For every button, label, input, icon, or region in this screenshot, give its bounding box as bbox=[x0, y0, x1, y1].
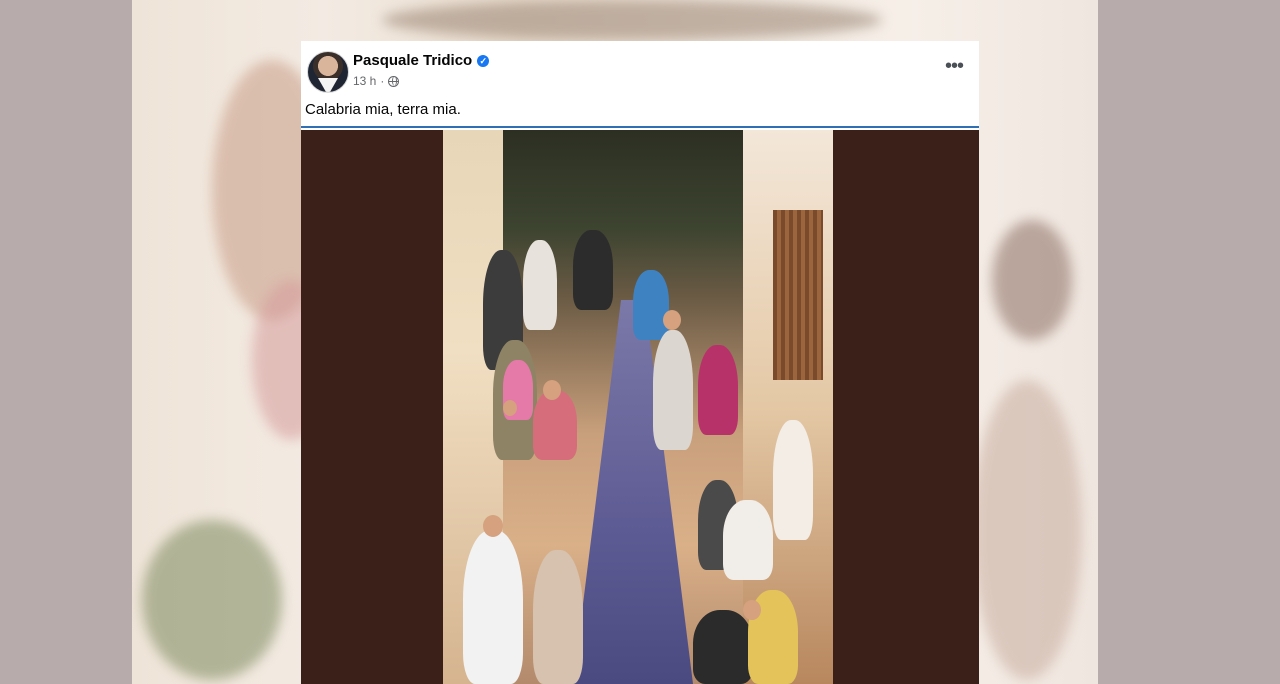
more-options-button[interactable]: ••• bbox=[939, 56, 969, 79]
group-dinner-photo[interactable] bbox=[443, 130, 833, 684]
post-media[interactable] bbox=[301, 130, 979, 684]
post-timestamp[interactable]: 13 h bbox=[353, 74, 376, 88]
author-avatar[interactable] bbox=[307, 51, 349, 93]
post-header: Pasquale Tridico ✓ 13 h · ••• Calabria m… bbox=[301, 41, 979, 128]
post-text: Calabria mia, terra mia. bbox=[305, 101, 461, 118]
author-row: Pasquale Tridico ✓ bbox=[353, 52, 490, 69]
verified-badge-icon: ✓ bbox=[477, 54, 490, 67]
backdrop-left-band bbox=[0, 0, 132, 684]
meta-separator: · bbox=[380, 74, 385, 88]
author-name[interactable]: Pasquale Tridico bbox=[353, 52, 472, 69]
backdrop-right-band bbox=[1098, 0, 1280, 684]
post-meta: 13 h · bbox=[353, 74, 400, 88]
globe-icon bbox=[388, 75, 400, 87]
facebook-post-card: Pasquale Tridico ✓ 13 h · ••• Calabria m… bbox=[301, 41, 979, 684]
